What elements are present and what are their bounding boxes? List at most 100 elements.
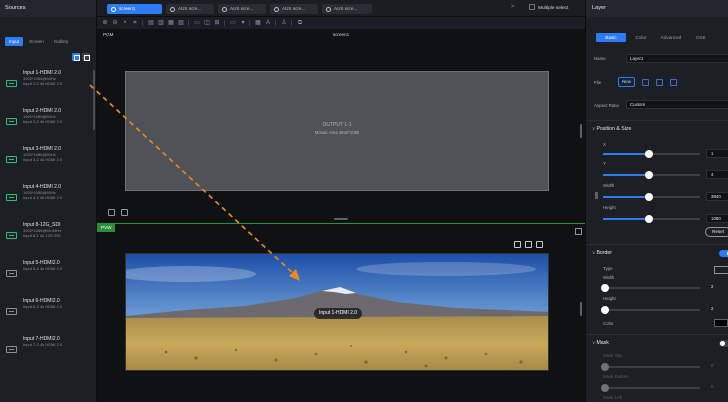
monitor-icon[interactable]: ▭: [229, 19, 237, 27]
source-tab-gallery[interactable]: Gallery: [50, 37, 73, 46]
border-height-knob[interactable]: [601, 306, 609, 314]
screen-tab-aux-4[interactable]: AUX scre...: [322, 4, 372, 14]
source-item-3[interactable]: Input 3-HDMI 2.0 1920*1080@60Hz Input 3-…: [0, 141, 96, 179]
align-center-icon[interactable]: ▥: [157, 19, 165, 27]
mask-section[interactable]: Mask: [592, 340, 608, 346]
fullscreen-icon[interactable]: [525, 241, 532, 248]
delete-icon[interactable]: [536, 241, 543, 248]
layout-1-icon[interactable]: ▭: [193, 19, 201, 27]
width-slider[interactable]: [603, 193, 700, 201]
screen-tab-label: AUX scre...: [334, 6, 358, 11]
width-slider-knob[interactable]: [645, 193, 653, 201]
mask-bottom-knob[interactable]: [601, 384, 609, 392]
grid-icon[interactable]: ▦: [254, 19, 262, 27]
source-sub: Input 7-2 4k HDMI 2.0: [23, 342, 63, 347]
reset-button[interactable]: Reset: [705, 227, 728, 237]
source-item-2[interactable]: Input 2-HDMI 2.0 1920*1080@60Hz Input 2-…: [0, 103, 96, 141]
zoom-out-icon[interactable]: ⊖: [111, 19, 119, 27]
height-value-input[interactable]: 1080: [706, 214, 728, 223]
border-type-label: Type: [603, 266, 613, 271]
output-mosaic-info: Mosaic Area 3840*1080: [314, 130, 360, 135]
source-item-1[interactable]: Input 1-HDMI 2.0 1920*1080@60Hz Input 1-…: [0, 65, 96, 103]
source-scrollbar[interactable]: [93, 70, 95, 130]
mask-toggle[interactable]: [719, 340, 728, 347]
layer-tab-basic[interactable]: Basic: [596, 33, 626, 42]
file-edit-icon[interactable]: [656, 79, 663, 86]
align-right-icon[interactable]: ▦: [167, 19, 175, 27]
grid-view-icon[interactable]: [82, 53, 90, 61]
hdmi-input-icon: [6, 118, 17, 125]
height-slider-knob[interactable]: [645, 215, 653, 223]
pgm-pvw-splitter[interactable]: [334, 218, 348, 220]
y-value-input[interactable]: 4: [706, 170, 728, 179]
camera-icon[interactable]: [121, 209, 128, 216]
source-item-6[interactable]: Input 5-HDMI2.0 Input 5-2 4k HDMI 2.0: [0, 255, 96, 293]
lock-icon[interactable]: ♙: [280, 19, 288, 27]
layer-tab-advanced[interactable]: Advanced: [656, 33, 686, 42]
border-section[interactable]: Border: [592, 250, 612, 256]
unlock-icon[interactable]: [514, 241, 521, 248]
multiple-select-toggle[interactable]: Multiple select: [529, 4, 568, 14]
screen-tab-aux-1[interactable]: AUX scre...: [166, 4, 214, 14]
screen-tab-aux-3[interactable]: AUX scre...: [270, 4, 318, 14]
layer-name-input[interactable]: Layer1: [626, 54, 728, 63]
expand-icon[interactable]: [575, 228, 582, 235]
pgm-output-canvas[interactable]: OUTPUT 1-1 Mosaic Area 3840*1080: [125, 71, 549, 191]
layout-2-icon[interactable]: ◫: [203, 19, 211, 27]
screen-icon: [222, 6, 227, 12]
border-color-swatch[interactable]: [714, 319, 728, 327]
source-name: Input 6-HDMI2.0: [23, 298, 60, 304]
screen-tab-screen1[interactable]: screen1: [107, 4, 162, 14]
layer-tab-dsk[interactable]: DSK: [686, 33, 716, 42]
clear-icon[interactable]: ×: [121, 19, 129, 27]
screen-tab-aux-2[interactable]: AUX scre...: [218, 4, 266, 14]
source-item-4[interactable]: Input 4-HDMI 2.0 1920*1080@60Hz Input 4-…: [0, 179, 96, 217]
screen-tab-label: AUX scre...: [282, 6, 306, 11]
mask-bottom-slider[interactable]: [601, 384, 700, 392]
file-open-icon[interactable]: [642, 79, 649, 86]
dropdown-icon[interactable]: ▾: [239, 19, 247, 27]
zoom-in-icon[interactable]: ⊕: [101, 19, 109, 27]
pvw-scrollbar[interactable]: [580, 302, 582, 316]
height-slider[interactable]: [603, 215, 700, 223]
source-item-5[interactable]: Input 8-12G_SDI 1920*1080@59.94Hz Input …: [0, 217, 96, 255]
source-item-7[interactable]: Input 6-HDMI2.0 Input 6-2 4k HDMI 2.0: [0, 293, 96, 331]
list-view-icon[interactable]: [72, 53, 80, 61]
position-size-section[interactable]: Position & Size: [592, 126, 631, 132]
source-tab-screen[interactable]: Screen: [25, 37, 48, 46]
source-sub: Input 4-2 4k HDMI 2.0: [23, 195, 63, 200]
width-value-input[interactable]: 3840: [706, 192, 728, 201]
new-file-button[interactable]: New: [618, 77, 635, 87]
width-drag-handle[interactable]: [595, 192, 598, 199]
external-link-icon[interactable]: ⧉: [296, 19, 304, 27]
x-slider-knob[interactable]: [645, 150, 653, 158]
screen-icon: [326, 6, 331, 12]
mask-top-knob[interactable]: [601, 363, 609, 371]
file-label: File: [594, 80, 602, 85]
source-tab-input[interactable]: Input: [5, 37, 24, 46]
align-left-icon[interactable]: ▤: [147, 19, 155, 27]
aspect-ratio-select[interactable]: Custom: [626, 100, 728, 109]
mask-top-slider[interactable]: [601, 363, 700, 371]
border-height-slider[interactable]: [601, 306, 700, 314]
border-type-select[interactable]: [714, 266, 728, 274]
x-slider[interactable]: [603, 150, 700, 158]
source-item-8[interactable]: Input 7-HDMI2.0 Input 7-2 4k HDMI 2.0: [0, 331, 96, 369]
x-value-input[interactable]: 1: [706, 149, 728, 158]
mask-bottom-value: 0: [711, 384, 714, 389]
border-width-knob[interactable]: [601, 284, 609, 292]
text-icon[interactable]: A: [264, 19, 272, 27]
unlock-icon[interactable]: [108, 209, 115, 216]
border-toggle[interactable]: [719, 250, 728, 257]
tab-scroll-right-icon[interactable]: >: [511, 4, 515, 10]
layout-3-icon[interactable]: ⊞: [213, 19, 221, 27]
file-export-icon[interactable]: [670, 79, 677, 86]
border-width-slider[interactable]: [601, 284, 700, 292]
align-top-icon[interactable]: ▧: [177, 19, 185, 27]
pgm-scrollbar[interactable]: [580, 124, 582, 138]
y-slider[interactable]: [603, 171, 700, 179]
pvw-layer-image[interactable]: Input 1-HDMI 2.0: [125, 253, 549, 371]
fit-screen-icon[interactable]: ⌗: [131, 19, 139, 27]
layer-tab-color[interactable]: Color: [626, 33, 656, 42]
y-slider-knob[interactable]: [645, 171, 653, 179]
